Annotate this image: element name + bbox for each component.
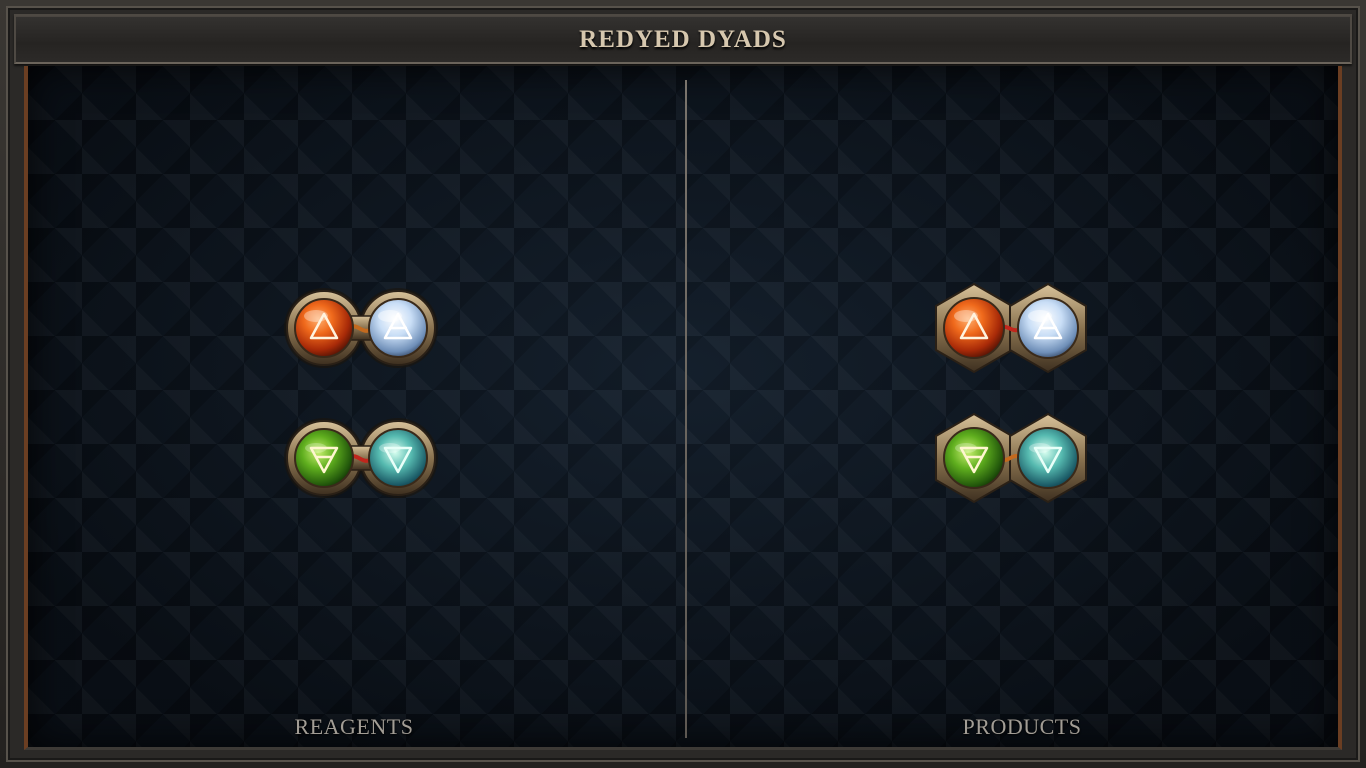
fire-gem[interactable]	[943, 297, 1005, 359]
water-gem[interactable]	[368, 428, 428, 488]
product-dyad-fire-air[interactable]	[926, 280, 1096, 376]
reagent-dyad-earth-water[interactable]	[276, 410, 446, 506]
products-label: PRODUCTS	[962, 714, 1082, 739]
board-panel: REAGENTS PRODUCTS	[24, 66, 1342, 750]
reagents-label: REAGENTS	[294, 714, 414, 739]
water-gem[interactable]	[1017, 427, 1079, 489]
earth-gem[interactable]	[943, 427, 1005, 489]
earth-gem[interactable]	[294, 428, 354, 488]
air-gem[interactable]	[368, 298, 428, 358]
title-bar: REDYED DYADS	[14, 14, 1352, 64]
fire-gem[interactable]	[294, 298, 354, 358]
window-title: REDYED DYADS	[579, 26, 787, 53]
panel-divider	[685, 80, 687, 738]
air-gem[interactable]	[1017, 297, 1079, 359]
product-dyad-earth-water[interactable]	[926, 410, 1096, 506]
reagent-dyad-fire-air[interactable]	[276, 280, 446, 376]
window-frame: REDYED DYADS REAGENTS PRODUCTS	[0, 0, 1366, 768]
